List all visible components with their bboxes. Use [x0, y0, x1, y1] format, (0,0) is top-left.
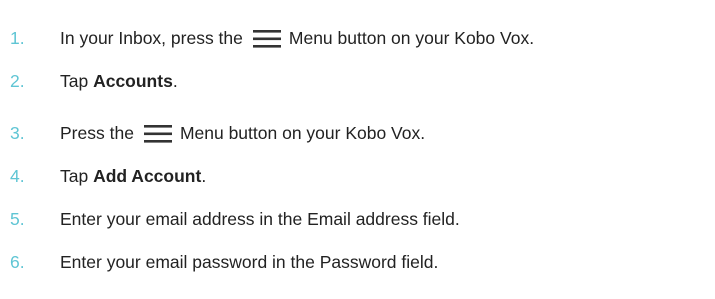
- step-number: 2.: [10, 71, 25, 91]
- instruction-steps: 1. In your Inbox, press the Menu button o…: [0, 0, 715, 299]
- step-text-bold: Accounts: [93, 71, 173, 91]
- step-text: Tap Add Account.: [60, 164, 206, 188]
- step-text-bold: Add Account: [93, 166, 202, 186]
- step-text-before: Tap: [60, 166, 94, 186]
- step-1: 1. In your Inbox, press the Menu button o…: [0, 26, 715, 50]
- step-6: 6. Enter your email password in the Pass…: [0, 250, 715, 274]
- step-number: 6.: [10, 252, 25, 272]
- step-text: In your Inbox, press the Menu button on y…: [60, 26, 534, 50]
- step-text: Enter your email address in the Email ad…: [60, 209, 460, 229]
- step-text-before: Press the: [60, 123, 134, 143]
- step-text-before: In your Inbox, press the: [60, 28, 243, 48]
- step-text: Enter your email password in the Passwor…: [60, 252, 439, 272]
- menu-icon: [252, 28, 281, 50]
- menu-icon: [143, 123, 172, 145]
- step-2: 2. Tap Accounts.: [0, 69, 715, 93]
- step-number: 3.: [10, 123, 25, 143]
- step-text-after: .: [201, 166, 207, 186]
- step-text-after: .: [172, 71, 178, 91]
- step-3: 3. Press the Menu button on your Kobo Vox…: [0, 121, 715, 145]
- step-text-after: Menu button on your Kobo Vox.: [179, 123, 426, 143]
- step-5: 5. Enter your email address in the Email…: [0, 207, 715, 231]
- step-number: 1.: [10, 28, 25, 48]
- step-4: 4. Tap Add Account.: [0, 164, 715, 188]
- step-number: 4.: [10, 166, 25, 186]
- step-text-after: Menu button on your Kobo Vox.: [288, 28, 535, 48]
- step-number: 5.: [10, 209, 25, 229]
- step-text: Press the Menu button on your Kobo Vox.: [60, 121, 425, 145]
- step-text-before: Tap: [60, 71, 94, 91]
- step-text: Tap Accounts.: [60, 69, 178, 93]
